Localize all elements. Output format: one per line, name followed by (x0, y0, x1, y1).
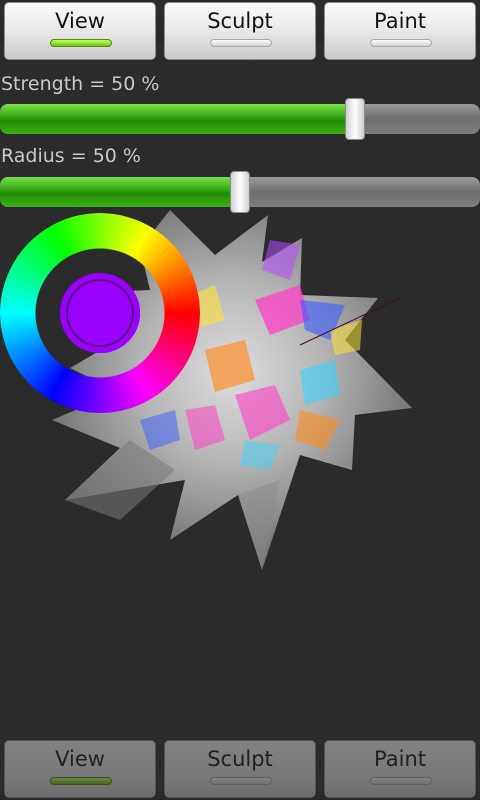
tab-view-indicator (50, 39, 112, 47)
bottom-tab-sculpt-indicator (210, 777, 272, 785)
bottom-tab-paint-label: Paint (374, 747, 426, 771)
strength-slider[interactable] (0, 98, 480, 140)
strength-label: Strength = 50 % (1, 73, 160, 95)
tab-sculpt[interactable]: Sculpt (164, 2, 316, 60)
tab-paint[interactable]: Paint (324, 2, 476, 60)
top-mode-tabs: View Sculpt Paint (0, 0, 480, 62)
radius-label: Radius = 50 % (1, 145, 141, 167)
strength-slider-thumb[interactable] (345, 98, 365, 140)
tab-sculpt-indicator (210, 39, 272, 47)
bottom-tab-view-label: View (55, 747, 105, 771)
bottom-mode-tabs: View Sculpt Paint (0, 738, 480, 800)
tab-sculpt-label: Sculpt (207, 9, 273, 33)
bottom-tab-paint[interactable]: Paint (324, 740, 476, 798)
tab-paint-label: Paint (374, 9, 426, 33)
strength-slider-fill (0, 104, 355, 134)
selected-color-swatch[interactable] (60, 273, 140, 353)
color-picker (0, 213, 200, 413)
bottom-tab-sculpt-label: Sculpt (207, 747, 273, 771)
tab-view-label: View (55, 9, 105, 33)
bottom-tab-paint-indicator (370, 777, 432, 785)
bottom-tab-sculpt[interactable]: Sculpt (164, 740, 316, 798)
tab-view[interactable]: View (4, 2, 156, 60)
bottom-tab-view[interactable]: View (4, 740, 156, 798)
bottom-tab-view-indicator (50, 777, 112, 785)
tab-paint-indicator (370, 39, 432, 47)
